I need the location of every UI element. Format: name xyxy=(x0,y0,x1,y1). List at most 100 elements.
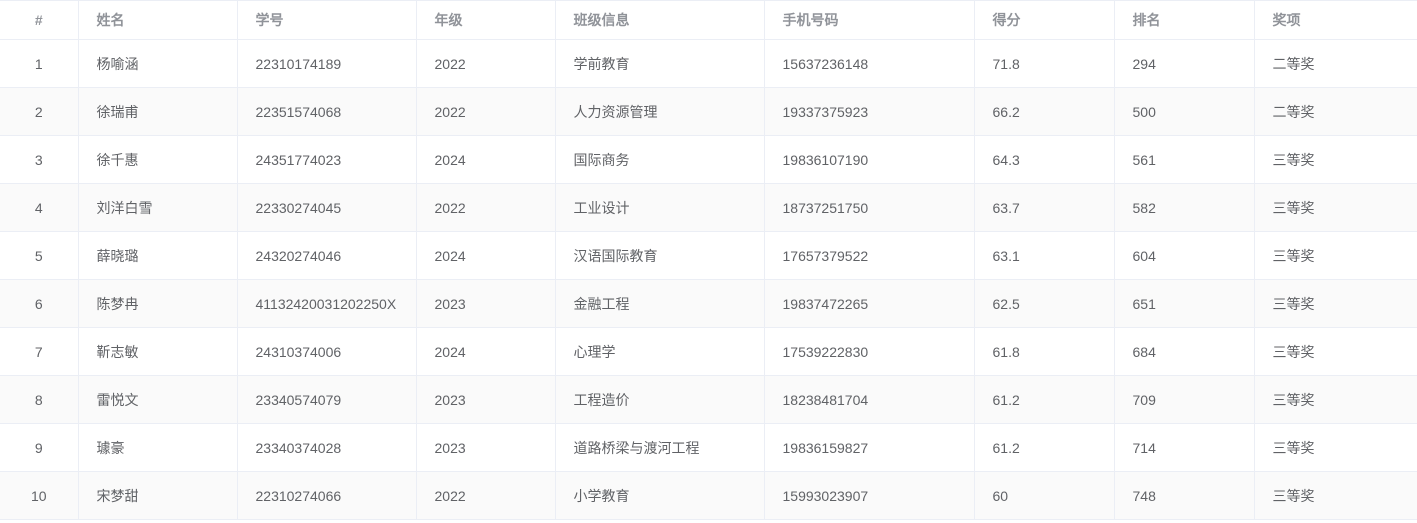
name-cell: 靳志敏 xyxy=(78,327,238,376)
header-class-info[interactable]: 班级信息 xyxy=(555,1,765,40)
class-info-cell-text: 汉语国际教育 xyxy=(573,247,658,264)
score-cell-text: 64.3 xyxy=(992,151,1020,168)
header-rank[interactable]: 排名 xyxy=(1114,1,1255,40)
score-cell-text: 61.2 xyxy=(992,391,1020,408)
table-row[interactable]: 6 陈梦冉 41132420031202250X 2023 金融工程 1983747226… xyxy=(0,279,1417,328)
index-cell-text: 7 xyxy=(34,343,43,360)
student-id-cell-text: 41132420031202250X xyxy=(255,295,397,312)
index-cell-text: 5 xyxy=(34,247,43,264)
grade-cell-text: 2022 xyxy=(434,487,466,504)
award-cell-text: 二等奖 xyxy=(1272,55,1315,72)
grade-cell: 2022 xyxy=(416,87,556,136)
rank-cell-text: 684 xyxy=(1132,343,1156,360)
phone-cell: 17539222830 xyxy=(764,327,975,376)
table-row[interactable]: 5 薛晓璐 24320274046 2024 汉语国际教育 17657379522 63.1… xyxy=(0,231,1417,280)
phone-cell-text: 15637236148 xyxy=(782,55,869,72)
class-info-cell: 学前教育 xyxy=(555,39,765,88)
student-id-cell: 24310374006 xyxy=(237,327,417,376)
index-cell: 4 xyxy=(0,183,79,232)
student-id-cell: 23340574079 xyxy=(237,375,417,424)
student-id-cell: 22310174189 xyxy=(237,39,417,88)
index-cell-text: 10 xyxy=(30,487,47,504)
student-id-cell-text: 22351574068 xyxy=(255,103,342,120)
table-row[interactable]: 8 雷悦文 23340574079 2023 工程造价 18238481704 61.2 70… xyxy=(0,375,1417,424)
index-cell: 1 xyxy=(0,39,79,88)
grade-cell: 2022 xyxy=(416,183,556,232)
student-id-cell: 24351774023 xyxy=(237,135,417,184)
grade-cell-text: 2023 xyxy=(434,295,466,312)
student-id-cell-text: 24320274046 xyxy=(255,247,342,264)
class-info-cell-text: 工业设计 xyxy=(573,199,630,216)
phone-cell: 19836159827 xyxy=(764,423,975,472)
phone-cell-text: 17657379522 xyxy=(782,247,869,264)
table-row[interactable]: 3 徐千惠 24351774023 2024 国际商务 19836107190 64.3 56… xyxy=(0,135,1417,184)
name-cell-text: 徐千惠 xyxy=(96,151,139,168)
phone-cell-text: 18737251750 xyxy=(782,199,869,216)
grade-cell: 2023 xyxy=(416,279,556,328)
header-grade[interactable]: 年级 xyxy=(416,1,556,40)
phone-cell: 15993023907 xyxy=(764,471,975,520)
index-cell-text: 6 xyxy=(34,295,43,312)
index-cell-text: 3 xyxy=(34,151,43,168)
index-cell: 2 xyxy=(0,87,79,136)
header-phone[interactable]: 手机号码 xyxy=(764,1,975,40)
class-info-cell: 心理学 xyxy=(555,327,765,376)
award-cell-text: 三等奖 xyxy=(1272,487,1315,504)
class-info-cell-text: 国际商务 xyxy=(573,151,630,168)
name-cell-text: 刘洋白雪 xyxy=(96,199,153,216)
class-info-cell: 国际商务 xyxy=(555,135,765,184)
class-info-cell-text: 道路桥梁与渡河工程 xyxy=(573,439,700,456)
rank-cell-text: 714 xyxy=(1132,439,1156,456)
rank-cell: 604 xyxy=(1114,231,1255,280)
table-header-row: # 姓名 学号 年级 班级信息 手机号码 得分 排名 奖项 xyxy=(0,1,1417,40)
score-cell: 60 xyxy=(974,471,1115,520)
name-cell-text: 璩豪 xyxy=(96,439,125,456)
student-id-cell: 22310274066 xyxy=(237,471,417,520)
table-row[interactable]: 2 徐瑞甫 22351574068 2022 人力资源管理 19337375923 66.2… xyxy=(0,87,1417,136)
grade-cell: 2024 xyxy=(416,231,556,280)
rank-cell-text: 604 xyxy=(1132,247,1156,264)
score-cell-text: 71.8 xyxy=(992,55,1020,72)
score-cell: 61.2 xyxy=(974,375,1115,424)
header-score[interactable]: 得分 xyxy=(974,1,1115,40)
award-cell: 三等奖 xyxy=(1254,471,1417,520)
phone-cell-text: 18238481704 xyxy=(782,391,869,408)
results-table: # 姓名 学号 年级 班级信息 手机号码 得分 排名 奖项 1 杨喻涵 223101… xyxy=(0,1,1417,520)
table-row[interactable]: 7 靳志敏 24310374006 2024 心理学 17539222830 61.8 684… xyxy=(0,327,1417,376)
header-award[interactable]: 奖项 xyxy=(1254,1,1417,40)
index-cell-text: 4 xyxy=(34,199,43,216)
header-index[interactable]: # xyxy=(0,1,79,40)
table-row[interactable]: 1 杨喻涵 22310174189 2022 学前教育 15637236148 71.8 29… xyxy=(0,39,1417,88)
table-row[interactable]: 4 刘洋白雪 22330274045 2022 工业设计 18737251750 63.7 5… xyxy=(0,183,1417,232)
header-student-id[interactable]: 学号 xyxy=(237,1,417,40)
name-cell-text: 靳志敏 xyxy=(96,343,139,360)
score-cell: 61.2 xyxy=(974,423,1115,472)
grade-cell-text: 2022 xyxy=(434,199,466,216)
award-cell-text: 三等奖 xyxy=(1272,295,1315,312)
student-id-cell-text: 23340574079 xyxy=(255,391,342,408)
grade-cell: 2022 xyxy=(416,471,556,520)
class-info-cell-text: 学前教育 xyxy=(573,55,630,72)
index-cell-text: 2 xyxy=(34,103,43,120)
score-cell-text: 66.2 xyxy=(992,103,1020,120)
class-info-cell-text: 人力资源管理 xyxy=(573,103,658,120)
student-id-cell-text: 22310274066 xyxy=(255,487,342,504)
phone-cell-text: 19837472265 xyxy=(782,295,869,312)
name-cell: 雷悦文 xyxy=(78,375,238,424)
score-cell: 66.2 xyxy=(974,87,1115,136)
award-cell-text: 三等奖 xyxy=(1272,247,1315,264)
name-cell-text: 陈梦冉 xyxy=(96,295,139,312)
student-id-cell-text: 24351774023 xyxy=(255,151,342,168)
table-row[interactable]: 10 宋梦甜 22310274066 2022 小学教育 15993023907 60 748… xyxy=(0,471,1417,520)
score-cell-text: 61.8 xyxy=(992,343,1020,360)
table-row[interactable]: 9 璩豪 23340374028 2023 道路桥梁与渡河工程 19836159827 61… xyxy=(0,423,1417,472)
header-name[interactable]: 姓名 xyxy=(78,1,238,40)
score-cell: 64.3 xyxy=(974,135,1115,184)
index-cell: 10 xyxy=(0,471,79,520)
class-info-cell-text: 金融工程 xyxy=(573,295,630,312)
class-info-cell: 工业设计 xyxy=(555,183,765,232)
name-cell-text: 薛晓璐 xyxy=(96,247,139,264)
grade-cell-text: 2023 xyxy=(434,391,466,408)
phone-cell: 15637236148 xyxy=(764,39,975,88)
score-cell: 62.5 xyxy=(974,279,1115,328)
